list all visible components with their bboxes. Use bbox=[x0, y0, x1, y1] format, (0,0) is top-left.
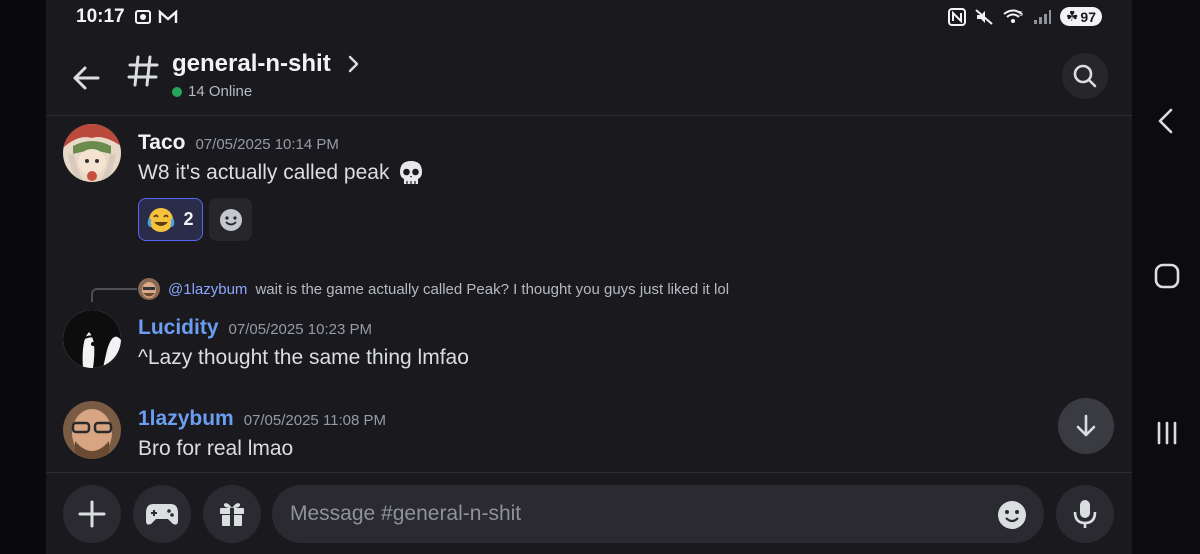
reply-text: wait is the game actually called Peak? I… bbox=[255, 280, 730, 298]
voice-message-button[interactable] bbox=[1056, 485, 1114, 543]
skull-icon bbox=[400, 161, 423, 184]
message-composer bbox=[46, 472, 1132, 554]
plus-icon bbox=[78, 500, 106, 528]
message-timestamp: 07/05/2025 10:23 PM bbox=[228, 321, 372, 338]
screenshot-icon bbox=[135, 10, 151, 24]
scroll-to-bottom-button[interactable] bbox=[1058, 398, 1114, 454]
search-icon bbox=[1073, 64, 1097, 88]
left-edge bbox=[0, 0, 46, 554]
gamepad-icon bbox=[146, 504, 178, 525]
message-text: ^Lazy thought the same thing lmfao bbox=[138, 346, 469, 369]
gift-button[interactable] bbox=[203, 485, 261, 543]
reactions: 2 bbox=[138, 198, 252, 241]
system-nav-bar bbox=[1132, 0, 1200, 554]
mute-icon bbox=[975, 8, 993, 25]
activities-button[interactable] bbox=[133, 485, 191, 543]
svg-text:5: 5 bbox=[1019, 11, 1023, 18]
message-text: Bro for real lmao bbox=[138, 437, 294, 460]
message-input[interactable] bbox=[272, 485, 1044, 543]
nav-home-button[interactable] bbox=[1154, 263, 1180, 294]
discord-app: 10:17 5 ☘ 97 general-n-shit 14 Online Ta… bbox=[46, 0, 1132, 554]
emoji-picker-button[interactable] bbox=[996, 499, 1028, 531]
author-name[interactable]: Taco bbox=[138, 131, 185, 154]
mic-icon bbox=[1073, 500, 1097, 528]
gift-icon bbox=[220, 503, 244, 526]
reaction-count: 2 bbox=[183, 209, 194, 229]
battery-level: 97 bbox=[1080, 8, 1096, 25]
status-icons-right: 5 ☘ 97 bbox=[947, 7, 1102, 26]
message-content: W8 it's actually called peak bbox=[138, 159, 425, 187]
smile-icon bbox=[219, 208, 242, 231]
message-author[interactable]: Taco 07/05/2025 10:14 PM bbox=[138, 131, 339, 155]
reply-mention[interactable]: @1lazybum bbox=[168, 281, 247, 298]
add-attachment-button[interactable] bbox=[63, 485, 121, 543]
add-reaction-button[interactable] bbox=[209, 198, 252, 241]
avatar[interactable] bbox=[63, 124, 121, 182]
cell-signal-icon bbox=[1033, 9, 1051, 24]
nav-recents-icon bbox=[1157, 421, 1177, 445]
hash-icon bbox=[126, 53, 160, 98]
reaction-joy[interactable]: 2 bbox=[138, 198, 203, 241]
avatar[interactable] bbox=[63, 401, 121, 459]
channel-header: general-n-shit 14 Online bbox=[46, 38, 1132, 116]
search-button[interactable] bbox=[1062, 53, 1108, 99]
author-name[interactable]: 1lazybum bbox=[138, 407, 234, 430]
gmail-icon bbox=[158, 9, 178, 23]
message-author[interactable]: Lucidity 07/05/2025 10:23 PM bbox=[138, 316, 372, 340]
channel-name[interactable]: general-n-shit bbox=[172, 50, 331, 78]
message-content: Bro for real lmao bbox=[138, 437, 293, 461]
nav-home-icon bbox=[1154, 263, 1180, 289]
nav-back-icon bbox=[1158, 108, 1173, 134]
message-content: ^Lazy thought the same thing lmfao bbox=[138, 346, 469, 370]
avatar[interactable] bbox=[63, 310, 121, 368]
battery-leaf-icon: ☘ bbox=[1065, 8, 1079, 24]
joy-emoji-icon bbox=[148, 207, 175, 232]
emoji-icon bbox=[998, 501, 1026, 529]
online-label: 14 Online bbox=[188, 83, 253, 100]
battery-indicator: ☘ 97 bbox=[1059, 7, 1102, 26]
status-icons-left bbox=[134, 8, 178, 26]
wifi-icon: 5 bbox=[1003, 9, 1023, 23]
chevron-right-icon[interactable] bbox=[346, 52, 362, 81]
nav-back-button[interactable] bbox=[1154, 106, 1178, 141]
message-text: W8 it's actually called peak bbox=[138, 161, 390, 184]
reply-preview[interactable]: @1lazybum wait is the game actually call… bbox=[138, 278, 729, 300]
arrow-left-icon bbox=[73, 66, 100, 90]
message-timestamp: 07/05/2025 11:08 PM bbox=[243, 412, 387, 429]
reply-connector bbox=[91, 288, 137, 302]
online-count: 14 Online bbox=[172, 83, 252, 100]
online-dot-icon bbox=[172, 86, 182, 97]
author-name[interactable]: Lucidity bbox=[138, 316, 219, 339]
reply-avatar bbox=[138, 278, 160, 300]
nfc-icon bbox=[947, 7, 966, 26]
back-button[interactable] bbox=[68, 60, 104, 96]
arrow-down-icon bbox=[1076, 414, 1096, 437]
message-timestamp: 07/05/2025 10:14 PM bbox=[195, 136, 339, 153]
message-author[interactable]: 1lazybum 07/05/2025 11:08 PM bbox=[138, 407, 386, 431]
nav-recents-button[interactable] bbox=[1154, 420, 1180, 451]
status-time: 10:17 bbox=[76, 6, 125, 27]
